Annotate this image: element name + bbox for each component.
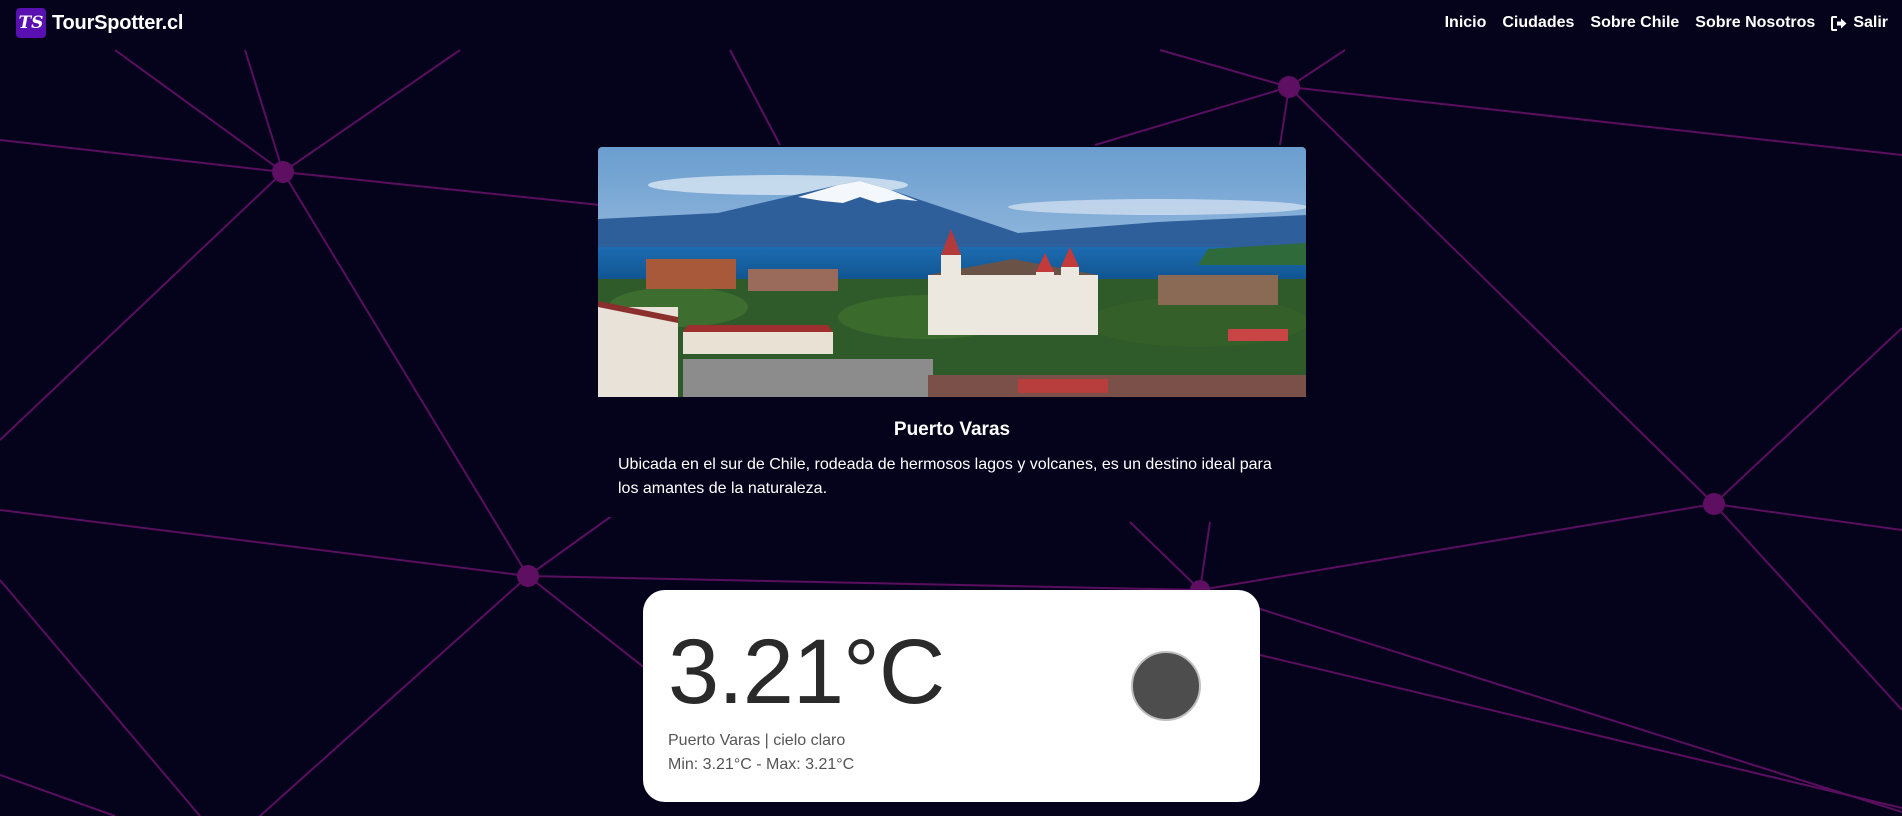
nav-link-sobre-chile[interactable]: Sobre Chile [1590, 14, 1679, 32]
top-navbar: TS TourSpotter.cl Inicio Ciudades Sobre … [0, 0, 1902, 46]
weather-temperature: 3.21°C [668, 621, 945, 723]
weather-min-max: Min: 3.21°C - Max: 3.21°C [668, 756, 855, 773]
weather-condition-icon [1131, 651, 1201, 721]
city-title: Puerto Varas [893, 419, 1011, 440]
city-photo [598, 147, 1306, 397]
nav-link-ciudades[interactable]: Ciudades [1502, 14, 1574, 32]
brand-logo: TS [16, 8, 46, 38]
nav-link-inicio[interactable]: Inicio [1445, 14, 1487, 32]
weather-location-condition: Puerto Varas | cielo claro [668, 732, 846, 749]
logout-button[interactable]: Salir [1831, 14, 1888, 32]
city-card: Puerto Varas Ubicada en el sur de Chile,… [598, 147, 1306, 517]
weather-card: 3.21°C Puerto Varas | cielo claro Min: 3… [643, 590, 1260, 802]
nav-link-sobre-nosotros[interactable]: Sobre Nosotros [1695, 14, 1815, 32]
nav-links: Inicio Ciudades Sobre Chile Sobre Nosotr… [1445, 14, 1888, 32]
brand-name: TourSpotter.cl [52, 11, 184, 34]
brand-home-link[interactable]: TS TourSpotter.cl [16, 8, 183, 38]
city-description: Ubicada en el sur de Chile, rodeada de h… [618, 456, 1272, 497]
logout-label: Salir [1853, 14, 1888, 31]
sign-out-icon [1831, 15, 1847, 31]
